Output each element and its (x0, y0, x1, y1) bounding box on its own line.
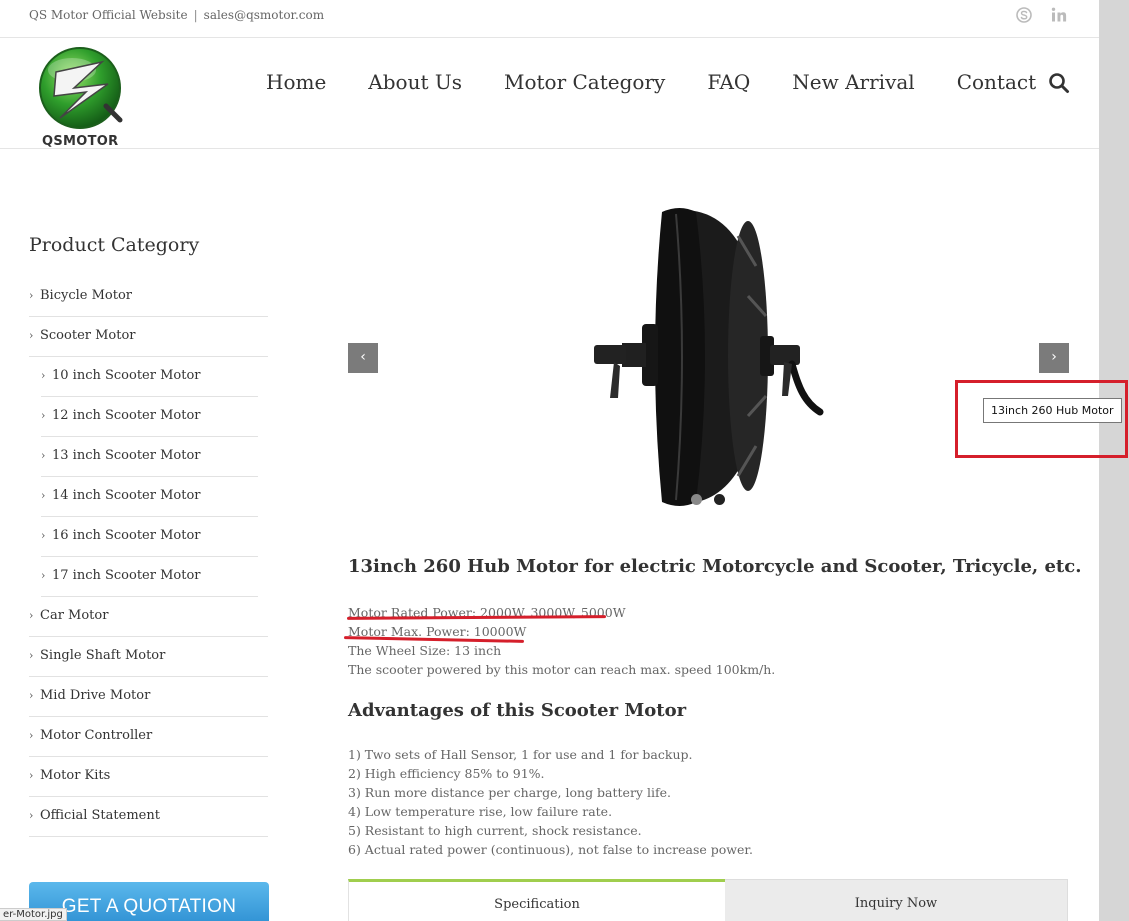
site-name: QS Motor Official Website (29, 8, 188, 22)
chevron-right-icon: › (41, 489, 46, 502)
product-specs: Motor Rated Power: 2000W, 3000W, 5000W M… (348, 603, 775, 679)
sidebar-item-16-inch-scooter-motor[interactable]: › 16 inch Scooter Motor (41, 517, 258, 557)
sidebar-title: Product Category (29, 234, 200, 256)
chevron-right-icon: › (41, 529, 46, 542)
advantage-item: 1) Two sets of Hall Sensor, 1 for use an… (348, 747, 693, 762)
qsmotor-logo[interactable]: QSMOTOR (34, 44, 130, 149)
sidebar-item-13-inch-scooter-motor[interactable]: › 13 inch Scooter Motor (41, 437, 258, 477)
sidebar-item-label: Mid Drive Motor (40, 688, 151, 703)
sidebar-item-10-inch-scooter-motor[interactable]: › 10 inch Scooter Motor (41, 357, 258, 397)
chevron-right-icon: › (41, 449, 46, 462)
email-link[interactable]: sales@qsmotor.com (204, 8, 324, 22)
sidebar-item-12-inch-scooter-motor[interactable]: › 12 inch Scooter Motor (41, 397, 258, 437)
chevron-right-icon: › (29, 609, 34, 622)
page-scrollbar-area (1099, 0, 1129, 921)
nav-faq[interactable]: FAQ (707, 70, 750, 94)
status-bar-url: er-Motor.jpg (0, 908, 67, 921)
hub-motor-image (594, 208, 824, 506)
slider-next-button[interactable]: › (1039, 343, 1069, 373)
chevron-right-icon: › (29, 769, 34, 782)
slider-dot-2-active[interactable] (714, 494, 725, 505)
sidebar-item-label: 13 inch Scooter Motor (52, 448, 201, 463)
top-bar-separator: | (193, 8, 198, 22)
skype-icon[interactable] (1015, 6, 1033, 24)
spec-wheel-size: The Wheel Size: 13 inch (348, 643, 502, 658)
advantage-item: 2) High efficiency 85% to 91%. (348, 766, 545, 781)
sidebar-item-label: Motor Kits (40, 768, 111, 783)
sidebar-item-14-inch-scooter-motor[interactable]: › 14 inch Scooter Motor (41, 477, 258, 517)
sidebar-item-label: Car Motor (40, 608, 109, 623)
slider-dot-1[interactable] (691, 494, 702, 505)
sidebar-item-label: Scooter Motor (40, 328, 136, 343)
sidebar-item-label: 12 inch Scooter Motor (52, 408, 201, 423)
chevron-right-icon: › (41, 569, 46, 582)
site-header: QSMOTOR Home About Us Motor Category FAQ New… (0, 39, 1099, 149)
chevron-right-icon: › (29, 329, 34, 342)
chevron-right-icon: › (29, 649, 34, 662)
sidebar-item-official-statement[interactable]: › Official Statement (29, 797, 268, 837)
sidebar-item-label: 14 inch Scooter Motor (52, 488, 201, 503)
sidebar-item-label: Bicycle Motor (40, 288, 133, 303)
main-nav: Home About Us Motor Category FAQ New Arrival… (266, 70, 1078, 94)
category-list: › Bicycle Motor › Scooter Motor › 10 inch Sco… (29, 277, 268, 837)
chevron-right-icon: › (41, 409, 46, 422)
sidebar-item-car-motor[interactable]: › Car Motor (29, 597, 268, 637)
sidebar-item-17-inch-scooter-motor[interactable]: › 17 inch Scooter Motor (41, 557, 258, 597)
top-bar-contact: QS Motor Official Website | sales@qsmotor.… (29, 8, 324, 22)
nav-about-us[interactable]: About Us (368, 70, 462, 94)
sidebar-item-single-shaft-motor[interactable]: › Single Shaft Motor (29, 637, 268, 677)
chevron-right-icon: › (29, 809, 34, 822)
product-tabs: Specification Inquiry Now (348, 879, 1068, 921)
sidebar-item-label: 16 inch Scooter Motor (52, 528, 201, 543)
tab-specification[interactable]: Specification (348, 879, 725, 921)
sidebar-item-label: Official Statement (40, 808, 160, 823)
sidebar-item-label: Motor Controller (40, 728, 153, 743)
image-tooltip: 13inch 260 Hub Motor (983, 398, 1122, 423)
nav-contact[interactable]: Contact (957, 70, 1036, 94)
advantage-item: 3) Run more distance per charge, long ba… (348, 785, 671, 800)
sidebar-item-motor-controller[interactable]: › Motor Controller (29, 717, 268, 757)
search-icon[interactable] (1048, 72, 1070, 94)
advantage-item: 6) Actual rated power (continuous), not … (348, 842, 753, 857)
tab-inquiry-now[interactable]: Inquiry Now (725, 879, 1068, 921)
chevron-right-icon: › (29, 289, 34, 302)
sidebar-item-label: 17 inch Scooter Motor (52, 568, 201, 583)
advantage-item: 5) Resistant to high current, shock resi… (348, 823, 642, 838)
chevron-right-icon: › (41, 369, 46, 382)
advantages-title: Advantages of this Scooter Motor (348, 700, 687, 721)
product-title: 13inch 260 Hub Motor for electric Motorc… (348, 556, 1082, 577)
advantages-list: 1) Two sets of Hall Sensor, 1 for use an… (348, 745, 753, 859)
slider-prev-button[interactable]: ‹ (348, 343, 378, 373)
chevron-right-icon: › (29, 689, 34, 702)
nav-home[interactable]: Home (266, 70, 326, 94)
sidebar-item-mid-drive-motor[interactable]: › Mid Drive Motor (29, 677, 268, 717)
sidebar-item-motor-kits[interactable]: › Motor Kits (29, 757, 268, 797)
logo-text: QSMOTOR (42, 134, 119, 149)
sidebar-item-label: 10 inch Scooter Motor (52, 368, 201, 383)
chevron-right-icon: › (29, 729, 34, 742)
logo-emblem-icon (39, 47, 123, 129)
nav-motor-category[interactable]: Motor Category (504, 70, 665, 94)
nav-new-arrival[interactable]: New Arrival (792, 70, 914, 94)
linkedin-icon[interactable] (1050, 6, 1068, 24)
advantage-item: 4) Low temperature rise, low failure rat… (348, 804, 613, 819)
spec-max-speed: The scooter powered by this motor can re… (348, 662, 776, 677)
sidebar-item-bicycle-motor[interactable]: › Bicycle Motor (29, 277, 268, 317)
top-bar: QS Motor Official Website | sales@qsmotor.… (0, 0, 1099, 38)
sidebar-item-scooter-motor[interactable]: › Scooter Motor (29, 317, 268, 357)
sidebar-item-label: Single Shaft Motor (40, 648, 166, 663)
